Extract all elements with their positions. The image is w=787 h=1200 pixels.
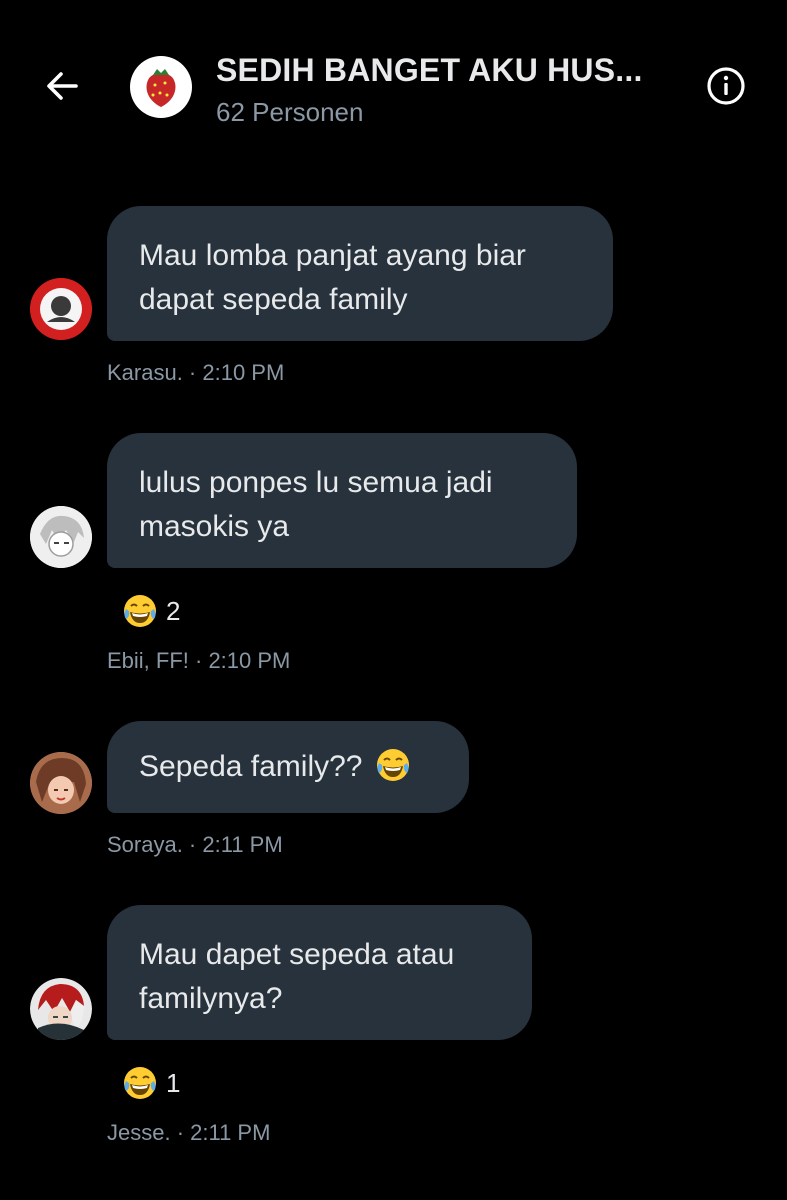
message-bubble[interactable]: Sepeda family?? bbox=[107, 721, 469, 813]
chat-header: SEDIH BANGET AKU HUS... 62 Personen bbox=[0, 0, 787, 170]
message-text-line-1: lulus ponpes lu semua jadi bbox=[139, 466, 493, 499]
tears-of-joy-emoji-icon bbox=[124, 595, 156, 627]
avatar[interactable] bbox=[30, 506, 92, 568]
message-bubble[interactable]: Mau dapet sepeda atau familynya? bbox=[107, 905, 532, 1040]
tears-of-joy-emoji-icon bbox=[124, 1067, 156, 1099]
reaction-count: 2 bbox=[166, 595, 181, 626]
message-text-line-2: masokis ya bbox=[139, 510, 290, 543]
message-meta: Soraya. · 2:11 PM bbox=[107, 832, 283, 857]
message-text-line-2: familynya? bbox=[139, 982, 283, 1015]
message-meta: Karasu. · 2:10 PM bbox=[107, 360, 285, 385]
user-avatar-icon bbox=[30, 278, 92, 340]
avatar[interactable] bbox=[30, 978, 92, 1040]
arrow-left-icon bbox=[47, 72, 78, 100]
strawberry-avatar-icon bbox=[146, 69, 176, 107]
avatar[interactable] bbox=[30, 278, 92, 340]
user-avatar-icon bbox=[30, 752, 92, 814]
message-text: Sepeda family?? bbox=[139, 750, 363, 783]
group-title[interactable]: SEDIH BANGET AKU HUS... bbox=[216, 52, 696, 89]
member-count: 62 Personen bbox=[216, 97, 364, 127]
reaction-chip[interactable]: 2 bbox=[122, 593, 180, 629]
user-avatar-icon bbox=[30, 506, 92, 568]
message-text-line-1: Mau dapet sepeda atau bbox=[139, 938, 455, 971]
info-button[interactable] bbox=[704, 64, 748, 108]
reaction-chip[interactable]: 1 bbox=[122, 1065, 180, 1101]
info-circle-icon bbox=[707, 67, 745, 105]
message-meta: Ebii, FF! · 2:10 PM bbox=[107, 648, 291, 673]
user-avatar-icon bbox=[30, 978, 92, 1040]
back-button[interactable] bbox=[36, 60, 88, 112]
message-meta: Jesse. · 2:11 PM bbox=[107, 1120, 271, 1145]
avatar[interactable] bbox=[30, 752, 92, 814]
reaction-count: 1 bbox=[166, 1067, 181, 1098]
group-avatar[interactable] bbox=[130, 56, 192, 118]
message-bubble[interactable]: Mau lomba panjat ayang biar dapat sepeda… bbox=[107, 206, 613, 341]
tears-of-joy-emoji-icon bbox=[376, 749, 409, 781]
message-text-line-1: Mau lomba panjat ayang biar bbox=[139, 239, 526, 272]
message-bubble[interactable]: lulus ponpes lu semua jadi masokis ya bbox=[107, 433, 577, 568]
message-text-line-2: dapat sepeda family bbox=[139, 283, 408, 316]
